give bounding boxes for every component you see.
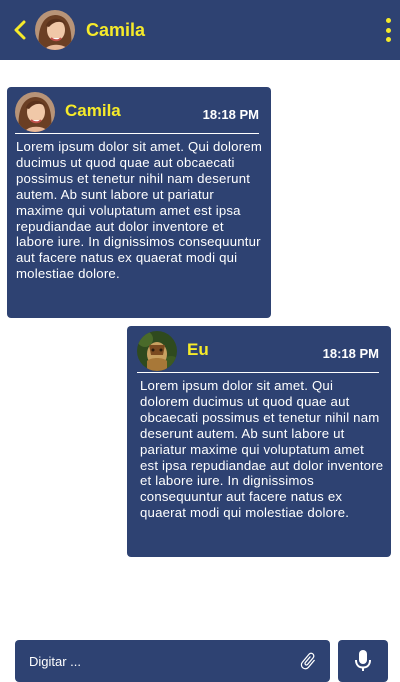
- sender-name: Eu: [187, 340, 209, 359]
- message-divider: [15, 133, 259, 134]
- sender-name: Camila: [65, 101, 121, 120]
- message-composer: [15, 640, 330, 682]
- contact-avatar[interactable]: [35, 10, 75, 50]
- message-header: Camila 18:18 PM: [7, 87, 271, 133]
- message-divider: [137, 372, 379, 373]
- microphone-icon: [355, 650, 371, 671]
- more-vertical-icon-dot: [385, 18, 391, 23]
- paperclip-icon: [300, 652, 316, 670]
- contact-name: Camila: [86, 19, 146, 40]
- more-vertical-icon-dot: [385, 37, 391, 42]
- message-time: 18:18 PM: [202, 107, 259, 122]
- chevron-left-icon: [14, 20, 26, 40]
- sender-avatar: [137, 331, 177, 371]
- more-vertical-icon-dot: [385, 27, 391, 33]
- sender-avatar: [15, 92, 55, 132]
- more-options-button[interactable]: [382, 18, 394, 42]
- back-button[interactable]: [5, 0, 35, 60]
- message-input[interactable]: [15, 640, 296, 682]
- message-sent[interactable]: Eu 18:18 PM Lorem ipsum dolor sit amet. …: [127, 326, 391, 557]
- voice-record-button[interactable]: [338, 640, 388, 682]
- message-text: Lorem ipsum dolor sit amet. Qui dolorem …: [140, 378, 384, 521]
- message-text: Lorem ipsum dolor sit amet. Qui dolorem …: [16, 139, 262, 282]
- message-received[interactable]: Camila 18:18 PM Lorem ipsum dolor sit am…: [7, 87, 271, 318]
- message-header: Eu 18:18 PM: [127, 326, 391, 372]
- chat-screen: Camila Camila 18:18 PM Lorem ipsum dolor…: [0, 0, 400, 682]
- message-time: 18:18 PM: [322, 346, 379, 361]
- chat-header: Camila: [0, 0, 400, 60]
- attach-button[interactable]: [296, 649, 320, 673]
